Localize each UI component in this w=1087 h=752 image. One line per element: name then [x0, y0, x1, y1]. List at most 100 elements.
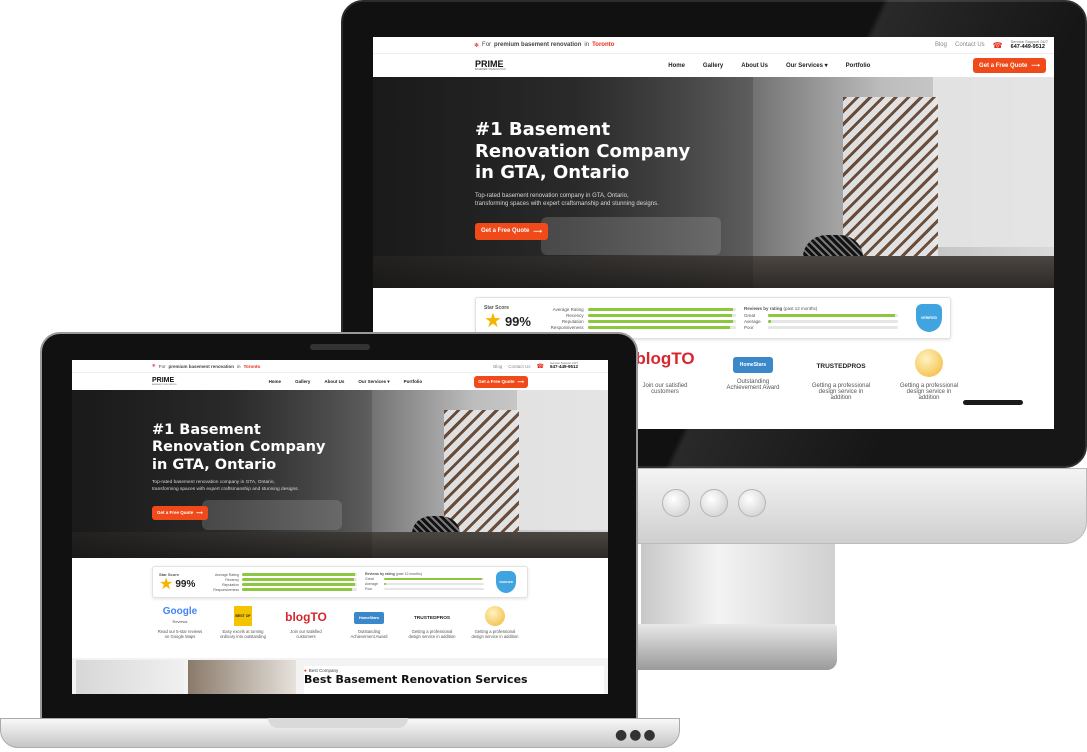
logo-homestars: HomeStars Outstanding Achievement Award	[721, 349, 785, 401]
nav-gallery[interactable]: Gallery	[295, 379, 310, 384]
hero-text: #1 Basement Renovation Company in GTA, O…	[152, 422, 325, 520]
nav-home[interactable]: Home	[668, 63, 685, 69]
rating-bar-fill	[768, 319, 771, 323]
monitor-button	[738, 489, 766, 517]
hero-quote-button[interactable]: Get a Free Quote ⟶	[152, 505, 208, 520]
blogto-logo: blogTO	[285, 610, 327, 624]
caption-line2: design service in addition	[408, 634, 456, 639]
logo-trustedpros: TRUSTEDPROS Getting a professional design…	[404, 606, 460, 639]
hero-title-line1: #1 Basement	[152, 422, 261, 438]
link-contact[interactable]: Contact Us	[955, 42, 985, 48]
trustedpros-logo: TRUSTEDPROS	[413, 616, 451, 621]
logo-award: Getting a professional design service in …	[467, 606, 523, 639]
nav-quote-label: Get a Free Quote	[478, 379, 515, 384]
caption-line2: Achievement Award	[726, 385, 780, 391]
brand-logo[interactable]: PRIME BASEMENT RENOVATION	[152, 377, 176, 386]
hero-quote-button[interactable]: Get a Free Quote ⟶	[475, 222, 548, 240]
nav-about[interactable]: About Us	[741, 63, 768, 69]
metric-bar	[587, 319, 736, 323]
link-blog[interactable]: Blog	[493, 364, 502, 369]
nav-portfolio[interactable]: Portfolio	[404, 379, 423, 384]
star-score-row: ★ 99%	[159, 575, 203, 593]
top-bar: ❄ For premium basement renovation in Tor…	[373, 37, 1054, 53]
nav-gallery[interactable]: Gallery	[703, 63, 723, 69]
arrow-right-icon: ⟶	[196, 509, 203, 515]
promo-city: Toronto	[592, 42, 615, 48]
metric-label: Responsiveness	[550, 324, 584, 330]
award-medal-icon	[485, 606, 505, 626]
support-block[interactable]: Service Support 24/7 647-449-9512	[550, 362, 578, 370]
services-heading: ● Best Company Best Basement Renovation S…	[304, 666, 604, 694]
laptop: ❄ For premium basement renovation in Tor…	[0, 332, 680, 752]
google-reviews-label: Reviews	[172, 619, 188, 624]
hero-subtitle-line1: Top-rated basement renovation company in…	[475, 192, 629, 199]
score-metrics: Average Rating Recency Reputation Respon…	[546, 306, 736, 331]
logo-caption: Outstanding Achievement Award	[341, 629, 397, 639]
chevron-down-icon: ▾	[387, 378, 390, 384]
rating-label: Poor	[744, 324, 754, 330]
reviews-by-rating: Reviews by rating (past 12 months) Great…	[365, 572, 490, 592]
rating-bar	[384, 577, 484, 581]
logo-caption: Getting a professional design service in …	[809, 383, 873, 401]
metric-row: Reputation	[546, 319, 736, 324]
monitor-button	[700, 489, 728, 517]
device-mockup-stage: ❄ For premium basement renovation in Tor…	[0, 0, 1087, 752]
caption-line2: ordinary into outstanding	[220, 634, 266, 639]
rating-row: Average	[744, 319, 904, 324]
verified-shield-icon: VERIFIED	[496, 571, 516, 593]
rating-label: Average	[365, 582, 378, 586]
support-block[interactable]: Service Support 24/7 647-449-9512	[1011, 39, 1048, 51]
arrow-right-icon: ⟶	[533, 228, 542, 235]
star-icon: ★	[159, 575, 174, 593]
metric-bar	[242, 578, 357, 581]
reviews-title: Reviews by rating	[744, 305, 783, 311]
metric-bar	[587, 307, 736, 311]
hero-quote-label: Get a Free Quote	[481, 228, 530, 235]
top-bar-links: Blog Contact Us ☎ Service Support 24/7 6…	[493, 362, 578, 370]
star-score-summary: Star Score ★ 99%	[484, 305, 538, 331]
metric-bar-fill	[587, 325, 731, 329]
arrow-right-icon: ⟶	[1031, 63, 1040, 69]
verified-shield-icon: VERIFIED	[916, 304, 942, 332]
brand-logo[interactable]: PRIME BASEMENT RENOVATION	[475, 59, 506, 72]
nav-services[interactable]: Our Services ▾	[358, 379, 389, 385]
hero-title-line2: Renovation Company	[152, 439, 326, 456]
services-title: Best Basement Renovation Services	[304, 673, 528, 686]
metric-bar	[587, 325, 736, 329]
nav-quote-button[interactable]: Get a Free Quote ⟶	[474, 375, 528, 388]
nav-menu: Home Gallery About Us Our Services ▾ Por…	[668, 62, 871, 70]
rating-row: Great	[365, 577, 490, 581]
metric-row: Average Rating	[546, 307, 736, 312]
promo-for: For	[482, 42, 492, 48]
verified-badge-text: VERIFIED	[499, 580, 513, 584]
nav-about[interactable]: About Us	[324, 379, 344, 384]
promo-service: premium basement renovation	[494, 42, 582, 48]
hero-section: #1 Basement Renovation Company in GTA, O…	[373, 77, 1054, 288]
promo-for: For	[158, 363, 166, 369]
nav-portfolio[interactable]: Portfolio	[846, 63, 871, 69]
star-score-row: ★ 99%	[484, 311, 538, 331]
caption-line2: design service in addition	[906, 389, 952, 401]
trust-logos: blogTO Join our satisfied customers HomeS…	[633, 349, 961, 401]
logo-best-of: BEST OF Easy excels at turning ordinary i…	[215, 606, 271, 639]
metric-label: Average Rating	[552, 306, 584, 312]
metric-row: Recency	[209, 578, 359, 582]
rating-bar-fill	[384, 582, 386, 586]
reviews-heading: Reviews by rating (past 12 months)	[744, 306, 904, 311]
logo-caption: Read our 5-star reviews on Google Maps	[152, 629, 208, 639]
nav-quote-button[interactable]: Get a Free Quote ⟶	[973, 58, 1046, 73]
nav-home[interactable]: Home	[269, 379, 282, 384]
laptop-indicator-dots: ●●●	[615, 727, 658, 743]
laptop-lid: ❄ For premium basement renovation in Tor…	[40, 332, 638, 720]
services-section: ● Best Company Best Basement Renovation S…	[72, 658, 608, 694]
metric-row: Responsiveness	[209, 588, 359, 592]
maple-leaf-icon: ❄	[152, 363, 156, 368]
metric-row: Responsiveness	[546, 325, 736, 330]
link-blog[interactable]: Blog	[935, 42, 947, 48]
caption-line2: customers	[296, 634, 316, 639]
metric-label: Recency	[225, 577, 239, 582]
hero-subtitle: Top-rated basement renovation company in…	[475, 192, 690, 209]
link-contact[interactable]: Contact Us	[508, 364, 530, 369]
nav-services[interactable]: Our Services ▾	[786, 62, 828, 69]
rating-row: Average	[365, 582, 490, 586]
